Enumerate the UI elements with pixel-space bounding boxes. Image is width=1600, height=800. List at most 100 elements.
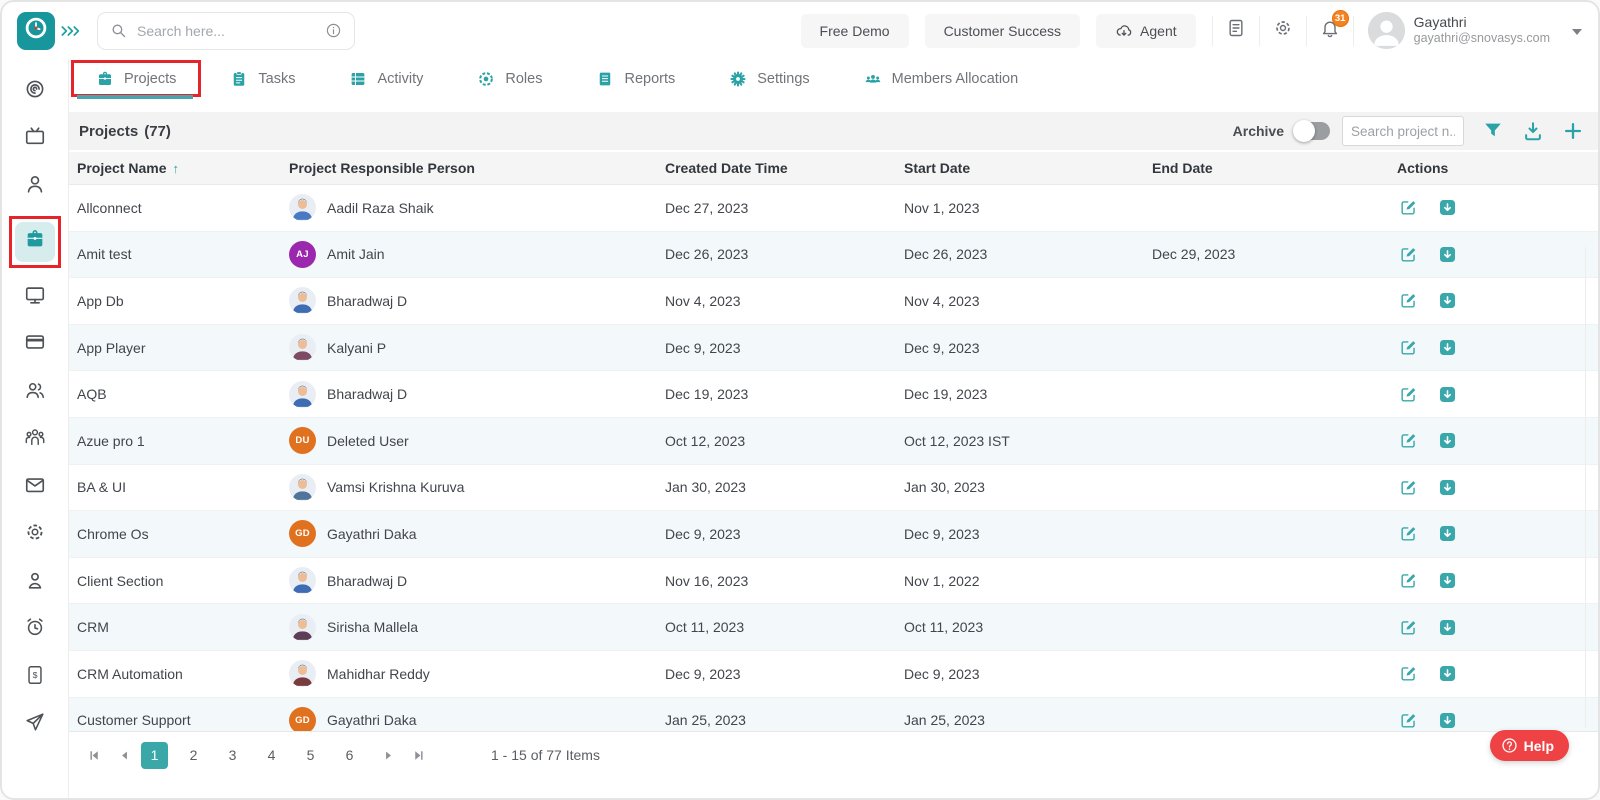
archive-action-icon[interactable]: [1438, 664, 1457, 683]
column-header-project-responsible-person[interactable]: Project Responsible Person: [289, 160, 665, 176]
edit-icon[interactable]: [1399, 664, 1418, 683]
free-demo-button[interactable]: Free Demo: [801, 14, 909, 48]
last-page-button[interactable]: [405, 742, 431, 768]
tab-settings[interactable]: Settings: [702, 59, 836, 99]
table-row[interactable]: Chrome Os GD Gayathri Daka Dec 9, 2023 D…: [69, 511, 1598, 558]
tab-reports[interactable]: Reports: [569, 59, 702, 99]
column-header-created-date-time[interactable]: Created Date Time: [665, 160, 904, 176]
project-name-cell[interactable]: AQB: [77, 386, 289, 402]
table-row[interactable]: Amit test AJ Amit Jain Dec 26, 2023 Dec …: [69, 232, 1598, 279]
sidebar-item-gear[interactable]: [15, 523, 55, 547]
table-row[interactable]: Azue pro 1 DU Deleted User Oct 12, 2023 …: [69, 418, 1598, 465]
table-row[interactable]: BA & UI Vamsi Krishna Kuruva Jan 30, 202…: [69, 465, 1598, 512]
column-header-project-name[interactable]: Project Name↑: [77, 160, 289, 176]
column-header-actions[interactable]: Actions: [1397, 160, 1598, 176]
edit-icon[interactable]: [1399, 338, 1418, 357]
project-name-cell[interactable]: CRM Automation: [77, 666, 289, 682]
table-row[interactable]: Client Section Bharadwaj D Nov 16, 2023 …: [69, 558, 1598, 605]
archive-action-icon[interactable]: [1438, 291, 1457, 310]
project-name-cell[interactable]: Customer Support: [77, 712, 289, 728]
archive-action-icon[interactable]: [1438, 431, 1457, 450]
project-name-cell[interactable]: App Player: [77, 340, 289, 356]
filter-icon[interactable]: [1482, 120, 1504, 142]
customer-success-button[interactable]: Customer Success: [925, 14, 1080, 48]
sidebar-item-spiral[interactable]: [15, 79, 55, 103]
sidebar-item-briefcase[interactable]: [15, 222, 55, 262]
tab-activity[interactable]: Activity: [322, 59, 450, 99]
sidebar-item-credit-card[interactable]: [15, 333, 55, 357]
edit-icon[interactable]: [1399, 385, 1418, 404]
agent-button[interactable]: Agent: [1096, 14, 1196, 48]
user-profile-menu[interactable]: Gayathri gayathri@snovasys.com: [1368, 12, 1582, 49]
sidebar-item-person-badge[interactable]: [15, 570, 55, 594]
project-name-cell[interactable]: Allconnect: [77, 200, 289, 216]
archive-action-icon[interactable]: [1438, 385, 1457, 404]
project-name-cell[interactable]: Client Section: [77, 573, 289, 589]
sidebar-item-people-group[interactable]: [15, 428, 55, 452]
project-name-cell[interactable]: BA & UI: [77, 479, 289, 495]
table-row[interactable]: App Player Kalyani P Dec 9, 2023 Dec 9, …: [69, 325, 1598, 372]
sidebar-expand-icon[interactable]: [61, 24, 81, 38]
archive-action-icon[interactable]: [1438, 338, 1457, 357]
archive-action-icon[interactable]: [1438, 478, 1457, 497]
tab-projects[interactable]: Projects: [69, 59, 203, 99]
tab-roles[interactable]: Roles: [450, 59, 569, 99]
page-button-6[interactable]: 6: [336, 742, 363, 769]
sidebar-item-people-two[interactable]: [15, 380, 55, 404]
add-project-icon[interactable]: [1562, 120, 1584, 142]
project-name-cell[interactable]: App Db: [77, 293, 289, 309]
page-button-2[interactable]: 2: [180, 742, 207, 769]
tab-members-allocation[interactable]: Members Allocation: [837, 59, 1046, 99]
sidebar-item-tv[interactable]: [15, 127, 55, 151]
project-name-cell[interactable]: CRM: [77, 619, 289, 635]
edit-icon[interactable]: [1399, 711, 1418, 730]
help-button[interactable]: Help: [1490, 730, 1569, 761]
global-search-input[interactable]: [137, 23, 325, 39]
edit-icon[interactable]: [1399, 431, 1418, 450]
sidebar-item-monitor[interactable]: [15, 285, 55, 309]
download-icon[interactable]: [1522, 120, 1544, 142]
edit-icon[interactable]: [1399, 245, 1418, 264]
archive-toggle[interactable]: [1294, 122, 1330, 140]
edit-icon[interactable]: [1399, 618, 1418, 637]
edit-icon[interactable]: [1399, 478, 1418, 497]
table-row[interactable]: App Db Bharadwaj D Nov 4, 2023 Nov 4, 20…: [69, 278, 1598, 325]
first-page-button[interactable]: [81, 742, 107, 768]
app-logo-clock-icon[interactable]: [17, 12, 55, 50]
notifications-button[interactable]: 31: [1307, 14, 1353, 48]
next-page-button[interactable]: [375, 742, 401, 768]
table-row[interactable]: Allconnect Aadil Raza Shaik Dec 27, 2023…: [69, 185, 1598, 232]
documents-button[interactable]: [1213, 14, 1259, 48]
settings-gear-button[interactable]: [1260, 14, 1306, 48]
edit-icon[interactable]: [1399, 198, 1418, 217]
page-button-3[interactable]: 3: [219, 742, 246, 769]
project-name-cell[interactable]: Amit test: [77, 246, 289, 262]
project-search-input[interactable]: [1342, 116, 1464, 146]
edit-icon[interactable]: [1399, 524, 1418, 543]
edit-icon[interactable]: [1399, 291, 1418, 310]
project-name-cell[interactable]: Azue pro 1: [77, 433, 289, 449]
page-button-5[interactable]: 5: [297, 742, 324, 769]
column-header-start-date[interactable]: Start Date: [904, 160, 1152, 176]
table-row[interactable]: CRM Sirisha Mallela Oct 11, 2023 Oct 11,…: [69, 604, 1598, 651]
sidebar-item-person[interactable]: [15, 174, 55, 198]
table-row[interactable]: AQB Bharadwaj D Dec 19, 2023 Dec 19, 202…: [69, 371, 1598, 418]
archive-action-icon[interactable]: [1438, 524, 1457, 543]
sidebar-item-invoice[interactable]: $: [15, 665, 55, 689]
sidebar-item-mail[interactable]: [15, 475, 55, 499]
project-name-cell[interactable]: Chrome Os: [77, 526, 289, 542]
sidebar-item-send[interactable]: [15, 713, 55, 737]
page-button-1[interactable]: 1: [141, 742, 168, 769]
archive-action-icon[interactable]: [1438, 618, 1457, 637]
previous-page-button[interactable]: [111, 742, 137, 768]
sidebar-item-alarm-clock[interactable]: [15, 618, 55, 642]
page-button-4[interactable]: 4: [258, 742, 285, 769]
archive-action-icon[interactable]: [1438, 571, 1457, 590]
info-icon[interactable]: [325, 22, 342, 39]
tab-tasks[interactable]: Tasks: [203, 59, 322, 99]
table-row[interactable]: CRM Automation Mahidhar Reddy Dec 9, 202…: [69, 651, 1598, 698]
global-search[interactable]: [97, 12, 355, 50]
column-header-end-date[interactable]: End Date: [1152, 160, 1397, 176]
archive-action-icon[interactable]: [1438, 198, 1457, 217]
table-row[interactable]: Customer Support GD Gayathri Daka Jan 25…: [69, 698, 1598, 734]
